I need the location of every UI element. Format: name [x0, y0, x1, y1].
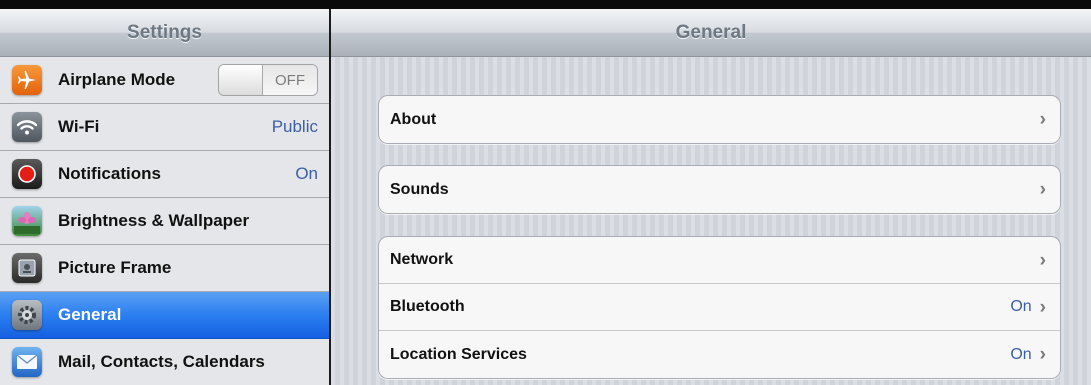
sidebar-item-label: Brightness & Wallpaper [58, 211, 250, 230]
chevron-right-icon: › [1039, 179, 1046, 200]
detail-header: General [331, 9, 1091, 57]
sidebar-item-label: Notifications [58, 164, 161, 183]
toggle-state-text: OFF [263, 65, 317, 95]
sidebar-item-label: General [58, 305, 122, 324]
about-group: About › [378, 95, 1061, 144]
settings-sidebar: Settings Airplane Mode OFF Wi-Fi Public … [0, 9, 329, 385]
sidebar-title: Settings [127, 21, 202, 43]
notifications-value: On [295, 164, 318, 183]
bluetooth-label: Bluetooth [390, 298, 465, 315]
sidebar-header: Settings [0, 9, 329, 57]
sidebar-item-label: Picture Frame [58, 258, 172, 277]
bluetooth-row[interactable]: Bluetooth On › [379, 284, 1060, 331]
page-title: General [675, 21, 747, 43]
sidebar-item-label: Mail, Contacts, Calendars [58, 352, 265, 371]
sidebar-item-brightness-wallpaper[interactable]: Brightness & Wallpaper [0, 198, 329, 245]
airplane-icon [12, 65, 42, 95]
brightness-wallpaper-icon [12, 206, 42, 236]
bluetooth-value: On [1010, 298, 1032, 315]
chevron-right-icon: › [1039, 344, 1046, 365]
location-services-label: Location Services [390, 345, 527, 363]
wifi-icon [12, 112, 42, 142]
gear-icon [12, 300, 42, 330]
status-bar [0, 0, 1091, 9]
sidebar-item-mail-contacts-calendars[interactable]: Mail, Contacts, Calendars [0, 339, 329, 385]
about-row[interactable]: About › [379, 96, 1060, 143]
sidebar-item-picture-frame[interactable]: Picture Frame [0, 245, 329, 292]
network-row[interactable]: Network › [379, 237, 1060, 284]
general-detail-pane: General About › Sounds › Network › Bluet… [331, 9, 1091, 385]
network-group: Network › Bluetooth On › Location Servic… [378, 236, 1061, 379]
network-label: Network [390, 251, 454, 268]
chevron-right-icon: › [1039, 249, 1046, 271]
about-label: About [390, 110, 437, 128]
sidebar-item-notifications[interactable]: Notifications On [0, 151, 329, 198]
sidebar-item-airplane-mode[interactable]: Airplane Mode OFF [0, 57, 329, 104]
sidebar-item-label: Wi-Fi [58, 117, 100, 136]
sounds-row[interactable]: Sounds › [379, 166, 1060, 213]
sounds-group: Sounds › [378, 165, 1061, 214]
sidebar-item-label: Airplane Mode [58, 70, 176, 89]
sounds-label: Sounds [390, 180, 449, 198]
mail-icon [12, 347, 42, 377]
wifi-network-value: Public [271, 117, 318, 136]
toggle-knob [219, 65, 263, 95]
sidebar-item-general[interactable]: General [0, 292, 329, 339]
chevron-right-icon: › [1039, 109, 1046, 130]
airplane-mode-toggle[interactable]: OFF [218, 64, 318, 96]
sidebar-item-wifi[interactable]: Wi-Fi Public [0, 104, 329, 151]
notifications-icon [12, 159, 42, 189]
location-services-row[interactable]: Location Services On › [379, 331, 1060, 378]
chevron-right-icon: › [1039, 296, 1046, 318]
location-services-value: On [1010, 345, 1032, 363]
picture-frame-icon [12, 253, 42, 283]
